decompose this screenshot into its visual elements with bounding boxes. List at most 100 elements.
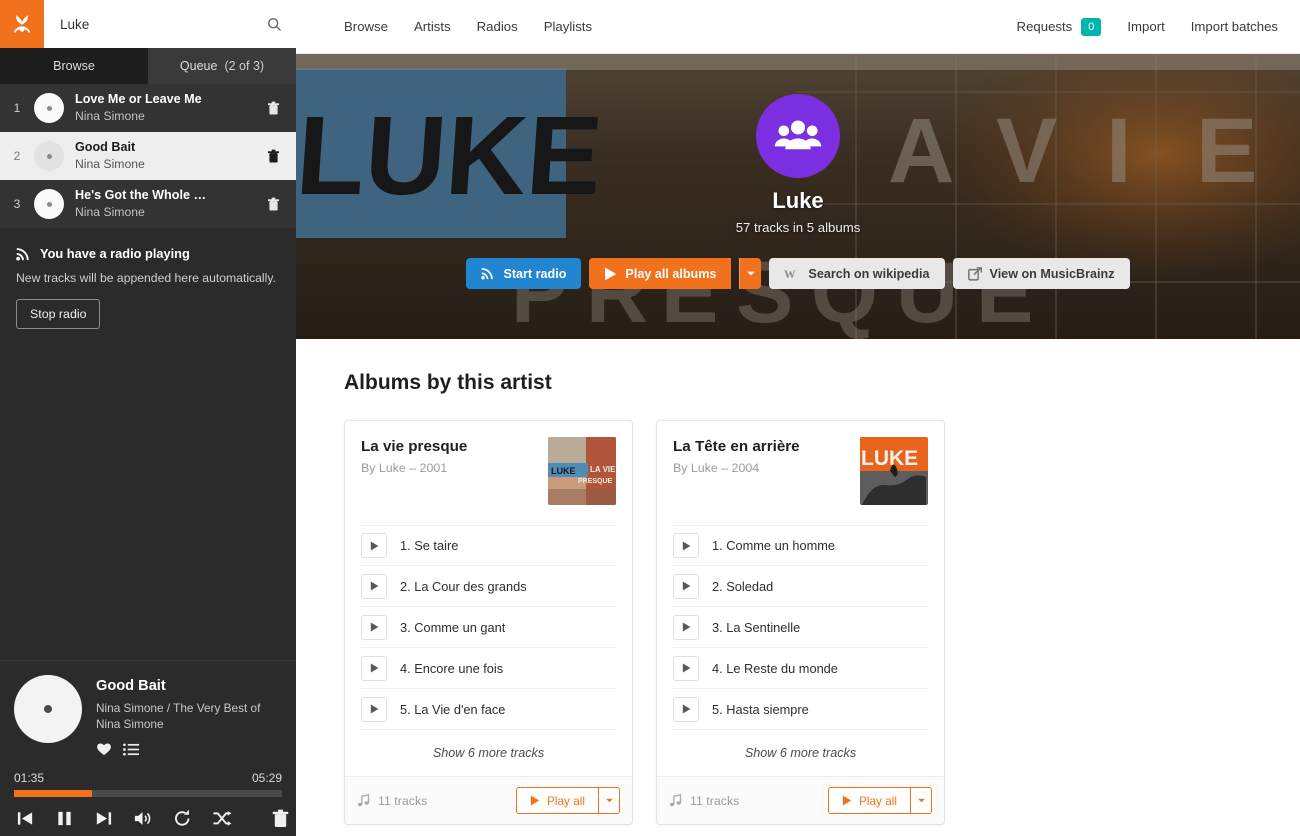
search-input[interactable] — [60, 16, 259, 32]
track-row[interactable]: 1. Comme un homme — [673, 525, 928, 566]
artist-avatar — [756, 94, 840, 178]
album-track-list: 1. Se taire 2. La Cour des grands 3. Com… — [345, 525, 632, 776]
music-note-icon — [357, 794, 370, 807]
album-play-all-dropdown[interactable] — [599, 787, 620, 814]
queue-track-title: He's Got the Whole … — [75, 188, 207, 203]
previous-track-button[interactable] — [16, 809, 35, 828]
track-play-button[interactable] — [361, 573, 387, 599]
album-title[interactable]: La Tête en arrière — [673, 437, 852, 456]
chevron-down-icon — [746, 271, 755, 276]
play-all-albums-dropdown[interactable] — [739, 258, 762, 289]
start-radio-button[interactable]: Start radio — [466, 258, 582, 289]
queue-count: (2 of 3) — [224, 59, 265, 73]
album-play-all-dropdown[interactable] — [911, 787, 932, 814]
sidebar-header — [0, 0, 296, 48]
radio-notice-heading: You have a radio playing — [16, 246, 280, 261]
app-logo[interactable] — [0, 0, 44, 48]
queue-track-title: Good Bait — [75, 140, 136, 155]
queue-row[interactable]: 2 Good Bait Nina Simone — [0, 132, 296, 180]
track-row[interactable]: 5. Hasta siempre — [673, 689, 928, 730]
stop-radio-button[interactable]: Stop radio — [16, 299, 101, 329]
start-radio-label: Start radio — [503, 266, 567, 281]
heart-icon[interactable] — [96, 742, 112, 761]
queue-row[interactable]: 3 He's Got the Whole … Nina Simone — [0, 180, 296, 228]
play-icon — [605, 267, 617, 280]
albums-heading: Albums by this artist — [344, 371, 552, 394]
cd-placeholder-icon — [34, 93, 64, 123]
track-title: 3. La Sentinelle — [712, 619, 801, 635]
album-play-all-button[interactable]: Play all — [515, 787, 599, 814]
clear-queue-button[interactable] — [272, 809, 289, 828]
shuffle-button[interactable] — [212, 809, 232, 828]
duration-time: 05:29 — [251, 771, 282, 785]
album-play-all-button[interactable]: Play all — [827, 787, 911, 814]
album-card-footer: 11 tracks Play all — [345, 776, 632, 824]
radio-notice-subtext: New tracks will be appended here automat… — [16, 271, 276, 285]
track-title: 1. Se taire — [400, 538, 459, 553]
show-more-tracks-link[interactable]: Show 6 more tracks — [361, 730, 616, 776]
album-card[interactable]: La Tête en arrière By Luke – 2004 LUKE 1… — [656, 420, 945, 825]
track-play-button[interactable] — [673, 533, 699, 558]
album-title[interactable]: La vie presque — [361, 437, 540, 456]
now-playing-info: Good Bait Nina Simone / The Very Best of… — [96, 675, 282, 761]
album-card[interactable]: La vie presque By Luke – 2001 LUKE LA VI… — [344, 420, 633, 825]
nav-item-requests[interactable]: Requests 0 — [1017, 17, 1102, 36]
queue-remove-button[interactable] — [262, 149, 284, 164]
track-title: 2. Soledad — [712, 578, 774, 594]
next-track-button[interactable] — [94, 809, 113, 828]
repeat-button[interactable] — [173, 809, 192, 828]
nav-item-browse[interactable]: Browse — [344, 19, 388, 34]
track-row[interactable]: 3. Comme un gant — [361, 607, 616, 648]
funkwhale-logo-icon — [13, 15, 31, 33]
play-icon — [682, 663, 690, 673]
track-play-button[interactable] — [361, 614, 387, 640]
track-title: 2. La Cour des grands — [400, 578, 527, 594]
search-icon[interactable] — [267, 17, 282, 32]
track-play-button[interactable] — [673, 573, 699, 599]
album-cover-art: LUKE LA VIE PRESQUE — [548, 437, 616, 505]
album-cover-art: LUKE — [860, 437, 928, 505]
track-play-button[interactable] — [361, 696, 387, 722]
album-byline: By Luke – 2004 — [673, 461, 760, 475]
now-playing-actions — [96, 742, 282, 761]
nav-item-playlists[interactable]: Playlists — [544, 19, 592, 34]
queue-index: 2 — [13, 149, 21, 163]
track-row[interactable]: 5. La Vie d'en face — [361, 689, 616, 730]
sidebar-tab-browse[interactable]: Browse — [0, 48, 148, 84]
track-play-button[interactable] — [361, 533, 387, 558]
show-more-tracks-link[interactable]: Show 6 more tracks — [673, 730, 928, 776]
track-play-button[interactable] — [673, 696, 699, 722]
track-row[interactable]: 4. Le Reste du monde — [673, 648, 928, 689]
nav-item-import-batches[interactable]: Import batches — [1191, 19, 1278, 34]
track-play-button[interactable] — [361, 655, 387, 681]
view-musicbrainz-button[interactable]: View on MusicBrainz — [952, 258, 1130, 289]
queue-row[interactable]: 1 Love Me or Leave Me Nina Simone — [0, 84, 296, 132]
track-row[interactable]: 1. Se taire — [361, 525, 616, 566]
nav-item-artists[interactable]: Artists — [414, 19, 451, 34]
chevron-down-icon — [917, 798, 925, 803]
nav-item-import[interactable]: Import — [1127, 19, 1164, 34]
search-box[interactable] — [44, 0, 296, 48]
nav-item-radios[interactable]: Radios — [477, 19, 518, 34]
track-row[interactable]: 3. La Sentinelle — [673, 607, 928, 648]
queue-remove-button[interactable] — [262, 197, 284, 212]
track-title: 5. Hasta siempre — [712, 701, 809, 717]
sidebar-tab-queue[interactable]: Queue (2 of 3) — [148, 48, 296, 84]
track-play-button[interactable] — [673, 614, 699, 640]
play-all-albums-button[interactable]: Play all albums — [589, 258, 732, 289]
search-wikipedia-button[interactable]: W Search on wikipedia — [769, 258, 945, 289]
track-row[interactable]: 2. Soledad — [673, 566, 928, 607]
track-play-button[interactable] — [673, 655, 699, 681]
artist-group-icon — [774, 120, 822, 150]
hero-action-buttons: Start radio Play all albums W Search on … — [466, 258, 1130, 289]
track-row[interactable]: 4. Encore une fois — [361, 648, 616, 689]
queue-remove-button[interactable] — [262, 101, 284, 116]
now-playing-title: Good Bait — [96, 678, 166, 694]
progress-bar[interactable] — [14, 790, 282, 797]
list-icon[interactable] — [123, 742, 139, 761]
track-row[interactable]: 2. La Cour des grands — [361, 566, 616, 607]
trash-icon — [267, 101, 279, 114]
pause-button[interactable] — [55, 809, 74, 828]
volume-button[interactable] — [133, 809, 153, 828]
play-icon — [682, 622, 690, 632]
